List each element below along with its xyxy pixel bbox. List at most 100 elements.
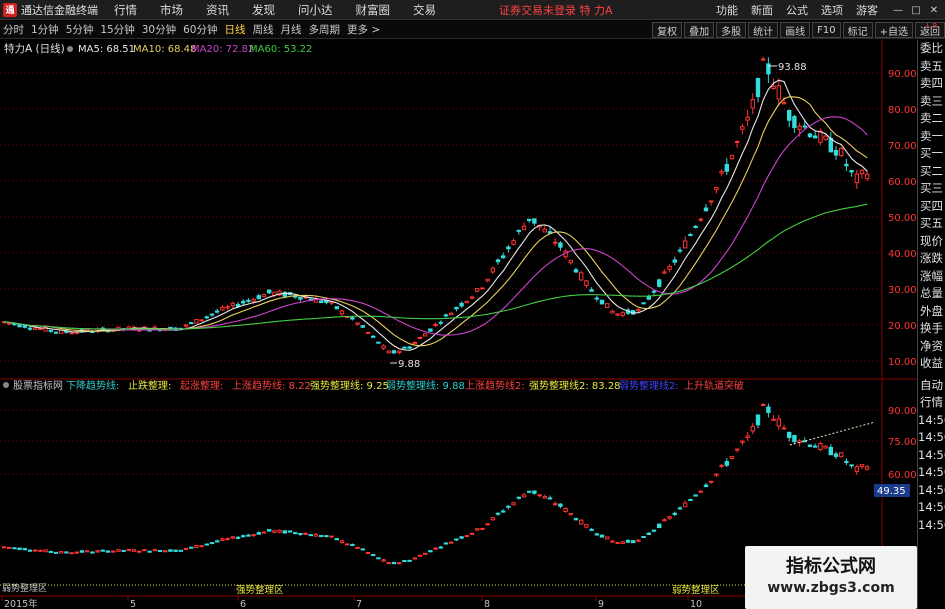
maximize-icon[interactable]: □ bbox=[909, 3, 923, 17]
candle-body bbox=[423, 333, 428, 337]
ind-candle-body bbox=[833, 453, 839, 457]
sidebar-item-4[interactable]: 卖二 bbox=[918, 110, 945, 128]
sidebar-item-2[interactable]: 卖四 bbox=[918, 75, 945, 93]
menu-guest[interactable]: 游客 bbox=[856, 2, 878, 18]
period-5min[interactable]: 5分钟 bbox=[66, 22, 94, 37]
ind-candle-body bbox=[839, 452, 844, 458]
candle-body bbox=[183, 324, 189, 327]
sidebar-item-9[interactable]: 买四 bbox=[918, 198, 945, 216]
candle-body bbox=[703, 207, 709, 212]
candle-body bbox=[729, 154, 735, 160]
menu-wealth-circle[interactable]: 财富圈 bbox=[356, 2, 391, 18]
candle-body bbox=[480, 287, 485, 290]
candle-body bbox=[558, 242, 563, 248]
overlay-button[interactable]: 叠加 bbox=[684, 22, 715, 38]
period-multi[interactable]: 多周期 bbox=[309, 22, 341, 37]
ind-candle-body bbox=[402, 560, 407, 563]
ind-candle-body bbox=[381, 559, 386, 562]
close-icon[interactable]: ✕ bbox=[927, 3, 941, 17]
sidebar-item-5[interactable]: 卖一 bbox=[918, 128, 945, 146]
sidebar-item-22[interactable]: 14:50 bbox=[918, 429, 945, 447]
period-weekly[interactable]: 周线 bbox=[253, 22, 274, 37]
kline-chart-area[interactable]: 90.00 80.00 70.00 60.00 50.00 40.00 30.00 20.00… bbox=[0, 40, 917, 609]
sidebar-item-6[interactable]: 买一 bbox=[918, 145, 945, 163]
menu-discover[interactable]: 发现 bbox=[252, 2, 275, 18]
sidebar-item-15[interactable]: 外盘 bbox=[918, 303, 945, 321]
candle-body bbox=[381, 345, 386, 349]
sidebar-item-17[interactable]: 净资 bbox=[918, 338, 945, 356]
sidebar-item-0[interactable]: 委比 bbox=[918, 40, 945, 58]
menu-market[interactable]: 市场 bbox=[160, 2, 183, 18]
menu-trade[interactable]: 交易 bbox=[413, 2, 436, 18]
candle-body bbox=[350, 317, 355, 320]
sidebar-item-14[interactable]: 总量 bbox=[918, 285, 945, 303]
sidebar-item-27[interactable]: 14:50 bbox=[918, 517, 945, 535]
sidebar-item-11[interactable]: 现价 bbox=[918, 233, 945, 251]
candle-body bbox=[324, 300, 329, 304]
sidebar-item-23[interactable]: 14:50 bbox=[918, 447, 945, 465]
sidebar-item-21[interactable]: 14:50 bbox=[918, 412, 945, 430]
candle-body bbox=[657, 279, 662, 287]
candle-body bbox=[412, 341, 418, 345]
menu-news[interactable]: 资讯 bbox=[206, 2, 229, 18]
minimize-icon[interactable]: — bbox=[891, 3, 905, 17]
period-monthly[interactable]: 月线 bbox=[281, 22, 302, 37]
app-logo-icon: 通 bbox=[3, 2, 17, 17]
login-notice[interactable]: 证券交易未登录 特 力A bbox=[499, 2, 613, 18]
restore-rights-button[interactable]: 复权 bbox=[652, 22, 683, 38]
period-30min[interactable]: 30分钟 bbox=[142, 22, 176, 37]
period-1min[interactable]: 1分钟 bbox=[31, 22, 59, 37]
menu-ask-assistant[interactable]: 问小达 bbox=[298, 2, 333, 18]
ind-candle-body bbox=[865, 466, 870, 470]
sidebar-item-20[interactable]: 行情 bbox=[918, 394, 945, 412]
ind-candle-body bbox=[449, 541, 454, 544]
sidebar-item-13[interactable]: 涨幅 bbox=[918, 268, 945, 286]
sidebar-item-24[interactable]: 14:50 bbox=[918, 464, 945, 482]
menu-new-layout[interactable]: 新面 bbox=[751, 2, 773, 18]
ind-candle-body bbox=[506, 505, 511, 508]
period-timeshare[interactable]: 分时 bbox=[3, 22, 24, 37]
f10-button[interactable]: F10 bbox=[812, 22, 841, 38]
menu-functions[interactable]: 功能 bbox=[716, 2, 738, 18]
sidebar-item-25[interactable]: 14:50 bbox=[918, 482, 945, 500]
sidebar-item-16[interactable]: 换手 bbox=[918, 320, 945, 338]
sidebar-item-10[interactable]: 买五 bbox=[918, 215, 945, 233]
ma60-label: MA60: 53.22 bbox=[249, 44, 312, 55]
period-15min[interactable]: 15分钟 bbox=[100, 22, 134, 37]
draw-line-button[interactable]: 画线 bbox=[780, 22, 811, 38]
statistics-button[interactable]: 统计 bbox=[748, 22, 779, 38]
menu-options[interactable]: 选项 bbox=[821, 2, 843, 18]
x-axis-label-4: 8 bbox=[484, 599, 490, 609]
multi-stock-button[interactable]: 多股 bbox=[716, 22, 747, 38]
sidebar-item-19[interactable]: 自动 bbox=[918, 377, 945, 395]
ma20-line bbox=[3, 116, 868, 336]
main-y-label-2: 70.00 bbox=[888, 141, 917, 152]
sidebar-item-12[interactable]: 涨跌 bbox=[918, 250, 945, 268]
sidebar-item-26[interactable]: 14:50 bbox=[918, 499, 945, 517]
sidebar-item-7[interactable]: 买二 bbox=[918, 163, 945, 181]
ind-candle-body bbox=[412, 557, 418, 560]
sidebar-item-8[interactable]: 买三 bbox=[918, 180, 945, 198]
period-more[interactable]: 更多 > bbox=[347, 22, 380, 37]
ind-candle-body bbox=[157, 549, 163, 552]
period-60min[interactable]: 60分钟 bbox=[183, 22, 217, 37]
ma-toggle-icon[interactable] bbox=[67, 46, 73, 52]
ind-candle-body bbox=[563, 508, 568, 513]
indicator-toggle-icon[interactable] bbox=[3, 382, 9, 388]
ind-candle-body bbox=[1, 546, 7, 549]
ind-candle-body bbox=[7, 546, 12, 549]
candle-body bbox=[438, 321, 444, 324]
menu-market-quotes[interactable]: 行情 bbox=[114, 2, 137, 18]
ind-candle-body bbox=[282, 530, 288, 534]
menu-formula[interactable]: 公式 bbox=[786, 2, 808, 18]
mark-button[interactable]: 标记 bbox=[842, 22, 873, 38]
candle-body bbox=[724, 163, 729, 172]
sidebar-item-3[interactable]: 卖三 bbox=[918, 93, 945, 111]
sidebar-item-18[interactable]: 收益 bbox=[918, 355, 945, 373]
ind-candle-body bbox=[345, 543, 350, 546]
add-favorite-button[interactable]: +自选 bbox=[874, 22, 913, 38]
ind-candle-body bbox=[516, 496, 521, 499]
sidebar-item-1[interactable]: 卖五 bbox=[918, 58, 945, 76]
period-daily[interactable]: 日线 bbox=[225, 22, 246, 37]
x-axis-label-3: 7 bbox=[356, 599, 362, 609]
